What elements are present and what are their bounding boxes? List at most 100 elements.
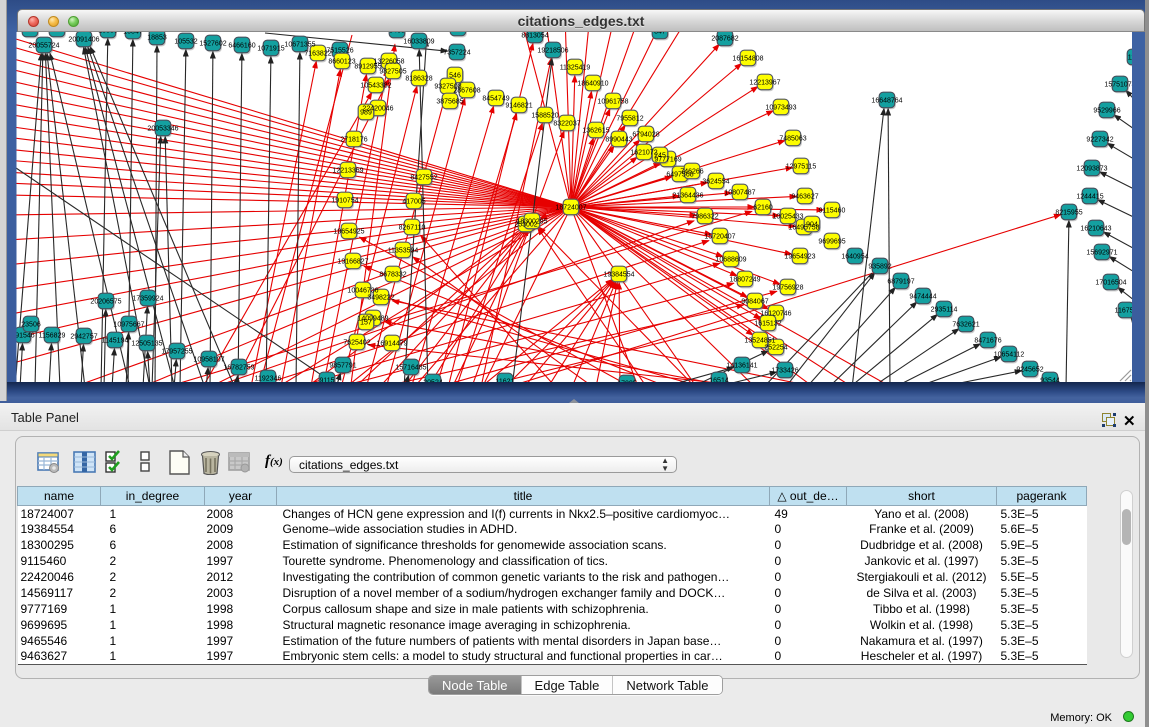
svg-text:2087682: 2087682 bbox=[711, 36, 738, 43]
svg-text:8660123: 8660123 bbox=[328, 59, 355, 66]
svg-text:12975115: 12975115 bbox=[786, 164, 817, 171]
svg-text:20053346: 20053346 bbox=[147, 126, 178, 133]
svg-text:9827505: 9827505 bbox=[379, 69, 406, 76]
svg-text:15751074: 15751074 bbox=[1104, 82, 1135, 89]
svg-text:7357224: 7357224 bbox=[443, 50, 470, 57]
svg-text:9699695: 9699695 bbox=[818, 239, 845, 246]
svg-text:746266: 746266 bbox=[680, 169, 703, 176]
svg-text:17016504: 17016504 bbox=[1095, 280, 1126, 287]
svg-text:15716485: 15716485 bbox=[395, 365, 426, 372]
svg-text:10654112: 10654112 bbox=[994, 352, 1025, 359]
svg-text:11325419: 11325419 bbox=[560, 65, 591, 72]
svg-text:16210643: 16210643 bbox=[1080, 226, 1111, 233]
svg-text:9146821: 9146821 bbox=[505, 103, 532, 110]
svg-text:847: 847 bbox=[654, 29, 666, 36]
svg-text:7163822: 7163822 bbox=[304, 51, 331, 58]
svg-text:12213967: 12213967 bbox=[749, 80, 780, 87]
svg-text:19384554: 19384554 bbox=[603, 272, 634, 279]
svg-text:16154808: 16154808 bbox=[732, 56, 763, 63]
svg-text:116753: 116753 bbox=[1115, 308, 1138, 315]
svg-text:7632621: 7632621 bbox=[952, 322, 979, 329]
svg-text:9529966: 9529966 bbox=[1093, 108, 1120, 115]
svg-text:10958107: 10958107 bbox=[193, 357, 224, 364]
svg-text:15692971: 15692971 bbox=[1086, 250, 1117, 257]
svg-text:1640954: 1640954 bbox=[841, 254, 868, 261]
svg-text:16120746: 16120746 bbox=[760, 311, 791, 318]
svg-text:18300295: 18300295 bbox=[516, 219, 547, 226]
svg-text:10046736: 10046736 bbox=[347, 288, 378, 295]
svg-text:11353594: 11353594 bbox=[388, 248, 419, 255]
svg-text:18853: 18853 bbox=[147, 35, 167, 42]
svg-text:2935114: 2935114 bbox=[931, 307, 958, 314]
svg-text:1244415: 1244415 bbox=[1076, 194, 1103, 201]
svg-text:8267110: 8267110 bbox=[399, 225, 426, 232]
svg-text:19654925: 19654925 bbox=[333, 229, 364, 236]
svg-text:18640910: 18640910 bbox=[577, 81, 608, 88]
svg-text:6794028: 6794028 bbox=[632, 132, 659, 139]
svg-text:7485063: 7485063 bbox=[779, 136, 806, 143]
svg-text:21364436: 21364436 bbox=[672, 193, 703, 200]
svg-text:10688609: 10688609 bbox=[715, 257, 746, 264]
svg-text:1112: 1112 bbox=[1128, 55, 1143, 62]
svg-text:10025433: 10025433 bbox=[772, 214, 803, 221]
svg-text:1588520: 1588520 bbox=[531, 113, 558, 120]
svg-text:8990443: 8990443 bbox=[605, 137, 632, 144]
svg-text:9463627: 9463627 bbox=[791, 194, 818, 201]
svg-text:252254: 252254 bbox=[764, 345, 787, 352]
svg-text:10807487: 10807487 bbox=[724, 190, 755, 197]
svg-text:16648764: 16648764 bbox=[871, 98, 902, 105]
svg-text:2867608: 2867608 bbox=[453, 88, 480, 95]
svg-text:1362615: 1362615 bbox=[582, 128, 609, 135]
svg-text:8454749: 8454749 bbox=[482, 96, 509, 103]
svg-text:20055724: 20055724 bbox=[28, 43, 59, 50]
svg-text:1910754: 1910754 bbox=[331, 198, 358, 205]
svg-text:935892: 935892 bbox=[868, 264, 891, 271]
svg-text:10975667: 10975667 bbox=[113, 322, 144, 329]
svg-text:1145194: 1145194 bbox=[102, 338, 129, 345]
svg-text:8813054: 8813054 bbox=[521, 33, 548, 40]
svg-text:8471676: 8471676 bbox=[974, 338, 1001, 345]
svg-text:8186328: 8186328 bbox=[405, 76, 432, 83]
svg-text:19654923: 19654923 bbox=[784, 254, 815, 261]
svg-text:417005: 417005 bbox=[402, 199, 425, 206]
svg-text:18807249: 18807249 bbox=[729, 277, 760, 284]
svg-text:989: 989 bbox=[360, 110, 372, 117]
svg-text:7986322: 7986322 bbox=[691, 214, 718, 221]
svg-text:10347: 10347 bbox=[123, 29, 143, 36]
svg-text:10543382: 10543382 bbox=[360, 83, 391, 90]
svg-text:6879197: 6879197 bbox=[887, 279, 914, 286]
svg-text:20206575: 20206575 bbox=[90, 299, 121, 306]
svg-text:546: 546 bbox=[449, 73, 461, 80]
svg-text:9084067: 9084067 bbox=[741, 299, 768, 306]
svg-text:19756928: 19756928 bbox=[772, 285, 803, 292]
svg-text:9115460: 9115460 bbox=[819, 208, 846, 215]
svg-text:20091406: 20091406 bbox=[68, 37, 99, 44]
svg-text:9245652: 9245652 bbox=[1016, 367, 1043, 374]
svg-text:1156829: 1156829 bbox=[39, 333, 66, 340]
svg-text:10961758: 10961758 bbox=[597, 99, 628, 106]
svg-text:1527602: 1527602 bbox=[199, 41, 226, 48]
svg-text:14136141: 14136141 bbox=[726, 363, 757, 370]
svg-text:17359924: 17359924 bbox=[132, 296, 163, 303]
svg-text:2942757: 2942757 bbox=[70, 334, 97, 341]
svg-text:3875685: 3875685 bbox=[436, 99, 463, 106]
svg-text:23506: 23506 bbox=[21, 322, 41, 329]
svg-text:16914479: 16914479 bbox=[376, 341, 407, 348]
svg-text:81304: 81304 bbox=[448, 26, 468, 33]
svg-text:12213369: 12213369 bbox=[332, 168, 363, 175]
svg-text:13226058: 13226058 bbox=[373, 59, 404, 66]
svg-text:157: 157 bbox=[360, 320, 372, 327]
svg-text:8427552: 8427552 bbox=[410, 175, 437, 182]
svg-text:16782759: 16782759 bbox=[223, 365, 254, 372]
svg-text:15720407: 15720407 bbox=[704, 234, 735, 241]
svg-text:105532: 105532 bbox=[174, 39, 197, 46]
svg-text:62160: 62160 bbox=[753, 205, 773, 212]
svg-text:9463: 9463 bbox=[389, 28, 405, 35]
svg-text:6466160: 6466160 bbox=[228, 43, 255, 50]
svg-text:904: 904 bbox=[806, 222, 818, 229]
svg-text:10671355: 10671355 bbox=[284, 42, 315, 49]
svg-text:19166827: 19166827 bbox=[337, 259, 368, 266]
svg-text:19218506: 19218506 bbox=[537, 48, 568, 55]
svg-text:2718176: 2718176 bbox=[340, 137, 367, 144]
svg-text:1806: 1806 bbox=[22, 27, 38, 34]
